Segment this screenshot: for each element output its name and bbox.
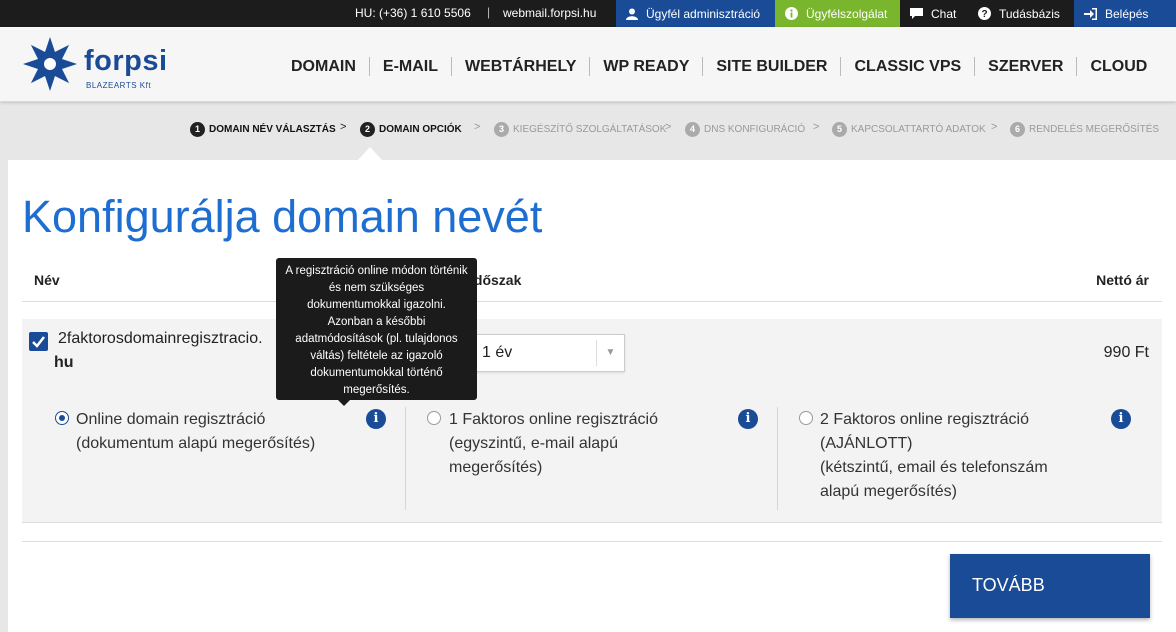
step-number: 2 xyxy=(360,122,375,137)
step-3: 3 KIEGÉSZÍTŐ SZOLGÁLTATÁSOK xyxy=(494,122,666,137)
nav-cloud[interactable]: CLOUD xyxy=(1076,57,1160,76)
nav-webhosting[interactable]: WEBTÁRHELY xyxy=(451,57,589,76)
option-2factor-registration[interactable]: 2 Faktoros online regisztráció (AJÁNLOTT… xyxy=(820,408,1048,504)
next-button[interactable]: TOVÁBB xyxy=(950,554,1150,618)
header-divider xyxy=(22,301,1162,302)
step-number: 5 xyxy=(832,122,847,137)
chevron-down-icon: ▼ xyxy=(596,340,624,366)
step-number: 6 xyxy=(1010,122,1025,137)
option-1factor-registration[interactable]: 1 Faktoros online regisztráció (egyszint… xyxy=(449,408,658,480)
chat-label: Chat xyxy=(931,6,957,21)
info-icon[interactable]: i xyxy=(366,409,386,429)
step-arrow: > xyxy=(813,121,820,133)
login-label: Belépés xyxy=(1105,6,1149,21)
option-desc: (dokumentum alapú megerősítés) xyxy=(76,435,316,452)
step-number: 1 xyxy=(190,122,205,137)
step-arrow: > xyxy=(340,121,347,133)
knowledge-base-link[interactable]: ? Tudásbázis xyxy=(968,0,1074,27)
logo-wordmark: forpsi xyxy=(84,45,168,77)
radio-2factor-registration[interactable] xyxy=(799,411,813,425)
step-6: 6 RENDELÉS MEGERŐSÍTÉS xyxy=(1010,122,1159,137)
step-label: KAPCSOLATTARTÓ ADATOK xyxy=(851,124,986,135)
step-label: DNS KONFIGURÁCIÓ xyxy=(704,124,806,135)
tooltip-arrow xyxy=(337,399,351,406)
footer-divider xyxy=(22,541,1162,542)
topbar-separator: | xyxy=(487,5,491,19)
step-1[interactable]: 1 DOMAIN NÉV VÁLASZTÁS xyxy=(190,122,336,137)
site-header: forpsi BLAZEARTS Kft DOMAIN E-MAIL WEBTÁ… xyxy=(0,27,1176,102)
sign-in-icon xyxy=(1084,7,1097,20)
main-nav: DOMAIN E-MAIL WEBTÁRHELY WP READY SITE B… xyxy=(278,57,1160,76)
option-desc: (kétszintű, email és telefonszám xyxy=(820,459,1048,476)
customer-admin-label: Ügyfél adminisztráció xyxy=(646,6,761,21)
option-online-registration[interactable]: Online domain regisztráció (dokumentum a… xyxy=(76,408,315,456)
user-icon xyxy=(626,8,638,20)
question-circle-icon: ? xyxy=(978,7,991,20)
option-desc: (egyszintű, e-mail alapú xyxy=(449,435,618,452)
step-label: DOMAIN NÉV VÁLASZTÁS xyxy=(209,124,336,135)
checkmark-icon xyxy=(32,336,45,348)
step-label: DOMAIN OPCIÓK xyxy=(379,124,462,135)
step-2: 2 DOMAIN OPCIÓK xyxy=(360,122,462,137)
forpsi-star-logo-icon xyxy=(23,37,77,91)
top-bar: HU: (+36) 1 610 5506 | webmail.forpsi.hu… xyxy=(0,0,1176,27)
step-number: 4 xyxy=(685,122,700,137)
option-desc: alapú megerősítés) xyxy=(820,483,957,500)
domain-tld: hu xyxy=(54,354,74,371)
nav-site-builder[interactable]: SITE BUILDER xyxy=(702,57,840,76)
nav-wp-ready[interactable]: WP READY xyxy=(589,57,702,76)
option-title: Online domain regisztráció xyxy=(76,411,266,428)
step-label: KIEGÉSZÍTŐ SZOLGÁLTATÁSOK xyxy=(513,124,667,135)
step-5: 5 KAPCSOLATTARTÓ ADATOK xyxy=(832,122,986,137)
period-value: 1 év xyxy=(482,344,513,361)
forpsi-logo[interactable]: forpsi BLAZEARTS Kft xyxy=(22,35,182,95)
step-label: RENDELÉS MEGERŐSÍTÉS xyxy=(1029,124,1160,135)
step-arrow: > xyxy=(474,121,481,133)
chat-bubble-icon xyxy=(910,7,923,19)
option-title: 1 Faktoros online regisztráció xyxy=(449,411,658,428)
info-tooltip: A regisztráció online módon történik és … xyxy=(276,258,477,400)
webmail-link[interactable]: webmail.forpsi.hu xyxy=(503,6,596,20)
option-desc: megerősítés) xyxy=(449,459,543,476)
radio-online-registration[interactable] xyxy=(55,411,69,425)
step-arrow: > xyxy=(991,121,998,133)
column-header-name: Név xyxy=(34,272,60,288)
step-number: 3 xyxy=(494,122,509,137)
column-header-period: Időszak xyxy=(470,272,522,288)
phone-number: HU: (+36) 1 610 5506 xyxy=(355,6,471,20)
info-circle-icon xyxy=(785,7,798,20)
domain-checkbox[interactable] xyxy=(29,332,48,351)
nav-email[interactable]: E-MAIL xyxy=(368,57,451,76)
info-icon[interactable]: i xyxy=(738,409,758,429)
option-divider xyxy=(405,407,406,510)
page-title: Konfigurálja domain nevét xyxy=(22,191,543,242)
customer-support-label: Ügyfélszolgálat xyxy=(806,6,888,21)
customer-admin-link[interactable]: Ügyfél adminisztráció xyxy=(616,0,775,27)
info-icon[interactable]: i xyxy=(1111,409,1131,429)
logo-company: BLAZEARTS Kft xyxy=(86,81,152,90)
active-step-pointer xyxy=(358,147,382,160)
net-price: 990 Ft xyxy=(1103,344,1149,361)
knowledge-base-label: Tudásbázis xyxy=(999,6,1060,21)
nav-domain[interactable]: DOMAIN xyxy=(278,57,369,76)
option-divider xyxy=(777,407,778,510)
chat-link[interactable]: Chat xyxy=(900,0,968,27)
login-link[interactable]: Belépés xyxy=(1074,0,1176,27)
step-arrow: > xyxy=(665,121,672,133)
nav-classic-vps[interactable]: CLASSIC VPS xyxy=(840,57,974,76)
option-recommended: (AJÁNLOTT) xyxy=(820,435,913,452)
option-title: 2 Faktoros online regisztráció xyxy=(820,411,1029,428)
customer-support-link[interactable]: Ügyfélszolgálat xyxy=(775,0,900,27)
domain-name: 2faktorosdomainregisztracio. xyxy=(58,330,263,347)
step-4: 4 DNS KONFIGURÁCIÓ xyxy=(685,122,805,137)
nav-server[interactable]: SZERVER xyxy=(974,57,1076,76)
radio-1factor-registration[interactable] xyxy=(427,411,441,425)
period-select[interactable]: 1 év ▼ xyxy=(472,334,625,372)
column-header-price: Nettó ár xyxy=(1096,272,1149,288)
svg-text:?: ? xyxy=(981,9,987,20)
